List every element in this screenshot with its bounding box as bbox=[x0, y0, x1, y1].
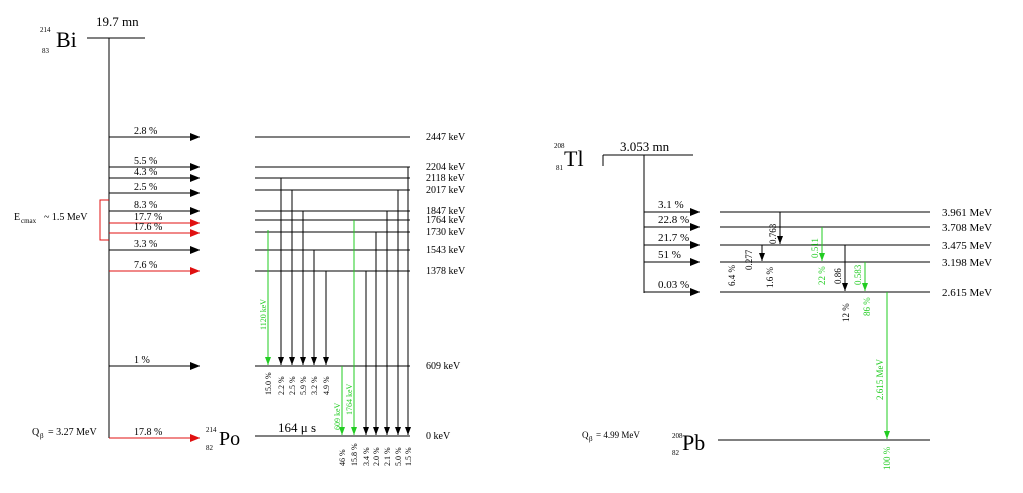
bi-branches: 2.8 %5.5 %4.3 %2.5 %8.3 %17.7 %17.6 %3.3… bbox=[109, 126, 200, 442]
bi-branch-label: 1 % bbox=[134, 355, 150, 366]
pb-level-label: 3.475 MeV bbox=[942, 240, 992, 252]
pb-gamma-intensity: 12 % bbox=[841, 303, 851, 322]
ecmax-label: E bbox=[14, 212, 20, 223]
bi-branch-label: 4.3 % bbox=[134, 167, 157, 178]
bi-branch-label: 3.3 % bbox=[134, 239, 157, 250]
po-gamma-label-1764: 1764 keV bbox=[345, 383, 354, 415]
bi214-parent: 214 83 Bi 19.7 mn bbox=[40, 14, 145, 438]
po-level-label: 2118 keV bbox=[426, 173, 466, 184]
bi-branch-label: 17.6 % bbox=[134, 222, 162, 233]
po-gamma-intensity-0: 2.1 % bbox=[383, 447, 392, 466]
po-gamma-intensity-609: 15.0 % bbox=[264, 372, 273, 395]
po-gamma-intensity-0: 5.0 % bbox=[394, 447, 403, 466]
po-gamma-intensity-609: 5.9 % bbox=[299, 376, 308, 395]
ecmax-value: ~ 1.5 MeV bbox=[44, 212, 88, 223]
bi-halflife: 19.7 mn bbox=[96, 14, 139, 29]
po-gamma-intensity-0: 46 % bbox=[338, 449, 347, 466]
pb-qbeta-label: Q bbox=[582, 430, 589, 440]
tl-branch-label: 21.7 % bbox=[658, 232, 689, 244]
po-level-label: 2447 keV bbox=[426, 132, 466, 143]
po-gamma-intensity-609: 4.9 % bbox=[322, 376, 331, 395]
po-gamma-intensity-0: 1.5 % bbox=[404, 447, 413, 466]
po-symbol: Po bbox=[219, 428, 240, 450]
bi-mass-number: 214 bbox=[40, 26, 51, 34]
po-gamma-label-609: 609 keV bbox=[333, 402, 342, 430]
tl-symbol: Tl bbox=[564, 146, 584, 171]
pb-gamma-intensity: 6.4 % bbox=[727, 265, 737, 287]
bi-branch-label: 5.5 % bbox=[134, 156, 157, 167]
bi-branch-label: 2.5 % bbox=[134, 182, 157, 193]
pb-gamma-intensity: 1.6 % bbox=[765, 267, 775, 289]
pb-symbol: Pb bbox=[682, 430, 705, 455]
pb-gamma-intensity: 86 % bbox=[862, 297, 872, 316]
tl-branch-label: 0.03 % bbox=[658, 279, 689, 291]
po-halflife: 164 μ s bbox=[278, 420, 316, 435]
po-gamma-intensity-0: 15.8 % bbox=[350, 443, 359, 466]
tl-atomic-number: 81 bbox=[556, 164, 564, 172]
bi-branch-label: 8.3 % bbox=[134, 200, 157, 211]
ecmax-annotation: E cmax ~ 1.5 MeV bbox=[14, 199, 109, 241]
ecmax-bracket bbox=[99, 199, 109, 241]
pb-qbeta-value: = 4.99 MeV bbox=[596, 430, 640, 440]
bi-qbeta-label: Q bbox=[32, 427, 40, 438]
po-level-label: 0 keV bbox=[426, 431, 451, 442]
po-atomic-number: 82 bbox=[206, 444, 214, 452]
po-level-label: 1543 keV bbox=[426, 245, 466, 256]
bi-atomic-number: 83 bbox=[42, 47, 50, 55]
bi-branch-label: 2.8 % bbox=[134, 126, 157, 137]
pb-gamma-intensity: 22 % bbox=[817, 266, 827, 285]
pb-level-label: 3.198 MeV bbox=[942, 257, 992, 269]
po-levels: 2447 keV2204 keV2118 keV2017 keV1847 keV… bbox=[255, 132, 466, 442]
po-gamma-intensity-609: 2.5 % bbox=[288, 376, 297, 395]
pb-gamma-intensity: 100 % bbox=[882, 446, 892, 470]
pb-gamma-energy: 0.583 bbox=[853, 264, 863, 285]
po-level-label: 1730 keV bbox=[426, 227, 466, 238]
bi-qbeta-value: = 3.27 MeV bbox=[48, 427, 97, 438]
pb-gamma-energy: 0.763 bbox=[768, 223, 778, 244]
bi-branch-label: 7.6 % bbox=[134, 260, 157, 271]
po-gamma-intensity-0: 2.0 % bbox=[372, 447, 381, 466]
pb-gamma-energy: 0.277 bbox=[744, 249, 754, 270]
pb-gamma-energy: 2.615 MeV bbox=[875, 359, 885, 400]
decay-scheme-diagram: 214 83 Bi 19.7 mn Q β = 3.27 MeV E cmax … bbox=[14, 14, 992, 470]
tl-halflife: 3.053 mn bbox=[620, 139, 670, 154]
po-mass-number: 214 bbox=[206, 426, 217, 434]
pb-level-label: 3.708 MeV bbox=[942, 222, 992, 234]
bi-qbeta-sub: β bbox=[40, 432, 44, 440]
bi-qbeta: Q β = 3.27 MeV bbox=[32, 427, 97, 440]
po-gamma-intensity-609: 2.2 % bbox=[277, 376, 286, 395]
pb-gamma-energy: 0.511 bbox=[810, 238, 820, 258]
po-gamma-intensity-0: 3.4 % bbox=[362, 447, 371, 466]
po-level-label: 2204 keV bbox=[426, 162, 466, 173]
pb-qbeta-sub: β bbox=[589, 435, 593, 443]
tl-branch-label: 3.1 % bbox=[658, 199, 684, 211]
pb208-daughter: 208 82 Pb Q β = 4.99 MeV bbox=[582, 430, 930, 457]
bi-branch-label: 17.8 % bbox=[134, 427, 162, 438]
tl-branches: 3.1 % 22.8 % 21.7 % 51 % 0.03 % bbox=[644, 199, 700, 296]
po-level-label: 609 keV bbox=[426, 361, 461, 372]
tl-branch-label: 51 % bbox=[658, 249, 681, 261]
po-gamma-label-1120: 1120 keV bbox=[259, 299, 268, 330]
po-level-label: 1764 keV bbox=[426, 215, 466, 226]
pb-level-label: 2.615 MeV bbox=[942, 287, 992, 299]
po-level-label: 2017 keV bbox=[426, 185, 466, 196]
pb-gamma-energy: 0.86 bbox=[833, 268, 843, 284]
pb-atomic-number: 82 bbox=[672, 449, 680, 457]
pb-gammas: 0.763 1.6 % 0.277 6.4 % 0.511 22 % 0.86 12 % 0.5… bbox=[727, 212, 892, 470]
po-gamma-intensity-609: 3.2 % bbox=[310, 376, 319, 395]
pb-level-label: 3.961 MeV bbox=[942, 207, 992, 219]
tl-branch-label: 22.8 % bbox=[658, 214, 689, 226]
po-level-label: 1378 keV bbox=[426, 266, 466, 277]
bi-symbol: Bi bbox=[56, 27, 77, 52]
ecmax-sub: cmax bbox=[21, 217, 37, 225]
